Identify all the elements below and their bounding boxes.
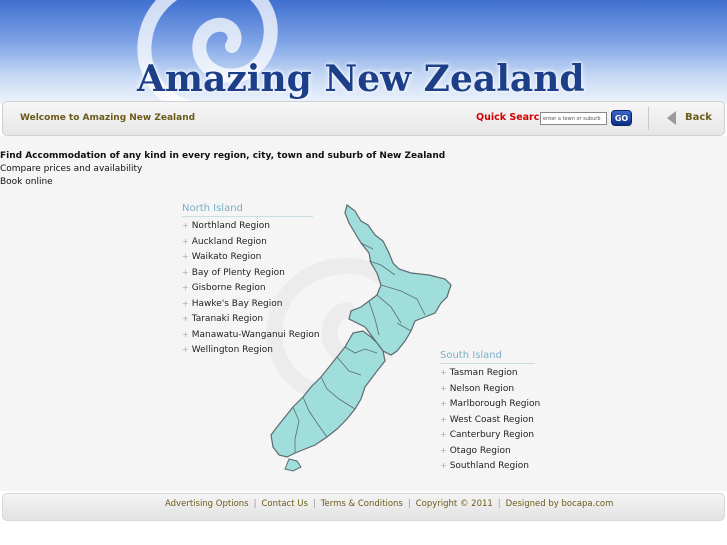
north-island-region-list: + Northland Region + Auckland Region + Waik… (182, 219, 320, 359)
plus-icon: + (182, 267, 189, 277)
welcome-text: Welcome to Amazing New Zealand (20, 113, 196, 123)
footer-link-contact[interactable]: Contact Us (261, 499, 307, 509)
plus-icon: + (182, 314, 189, 323)
north-island-heading[interactable]: North Island (182, 203, 313, 217)
footer-copyright: Copyright © 2011 (415, 499, 493, 509)
region-label[interactable]: Nelson Region (450, 384, 514, 394)
region-label[interactable]: Hawke's Bay Region (192, 299, 283, 309)
south-island-region-list: + Tasman Region + Nelson Region + Marlborou… (440, 366, 540, 475)
search-input[interactable] (540, 112, 607, 125)
plus-icon: + (440, 383, 447, 393)
region-link[interactable]: + Gisborne Region (182, 281, 320, 297)
region-link[interactable]: + Marlborough Region (440, 397, 540, 413)
plus-icon: + (440, 461, 447, 470)
region-link[interactable]: + Taranaki Region (182, 312, 320, 328)
back-link[interactable]: Back (685, 112, 712, 123)
region-link[interactable]: + Hawke's Bay Region (182, 297, 320, 313)
region-label[interactable]: Auckland Region (192, 237, 267, 247)
plus-icon: + (440, 445, 447, 455)
plus-icon: + (440, 399, 447, 408)
plus-icon: + (182, 298, 189, 308)
go-button[interactable]: GO (611, 110, 632, 126)
region-link[interactable]: + Canterbury Region (440, 428, 540, 444)
region-link[interactable]: + West Coast Region (440, 413, 540, 429)
region-label[interactable]: Manawatu-Wanganui Region (192, 330, 320, 340)
region-label[interactable]: Waikato Region (192, 252, 262, 262)
footer-separator: | (312, 499, 316, 509)
region-link[interactable]: + Otago Region (440, 444, 540, 460)
region-link[interactable]: + Northland Region (182, 219, 320, 235)
plus-icon: + (182, 345, 189, 354)
region-label[interactable]: Bay of Plenty Region (192, 268, 285, 278)
back-arrow-icon[interactable] (667, 111, 676, 125)
intro-line-book: Book online (0, 177, 53, 187)
plus-icon: + (182, 329, 189, 339)
footer-link-designer[interactable]: Designed by bocapa.com (506, 499, 614, 509)
region-link[interactable]: + Nelson Region (440, 382, 540, 398)
region-label[interactable]: Canterbury Region (450, 430, 534, 440)
plus-icon: + (182, 252, 189, 261)
region-link[interactable]: + Southland Region (440, 459, 540, 475)
region-label[interactable]: Wellington Region (192, 345, 273, 355)
plus-icon: + (440, 414, 447, 424)
plus-icon: + (182, 236, 189, 246)
plus-icon: + (182, 221, 189, 230)
region-label[interactable]: Southland Region (450, 461, 529, 471)
navigation-bar: Welcome to Amazing New Zealand Quick Sea… (2, 101, 725, 136)
region-link[interactable]: + Tasman Region (440, 366, 540, 382)
divider (648, 107, 649, 130)
south-island-heading[interactable]: South Island (440, 350, 535, 364)
footer-link-advertising[interactable]: Advertising Options (165, 499, 249, 509)
region-link[interactable]: + Manawatu-Wanganui Region (182, 328, 320, 344)
region-link[interactable]: + Bay of Plenty Region (182, 266, 320, 282)
region-label[interactable]: Northland Region (192, 221, 270, 231)
plus-icon: + (440, 430, 447, 439)
region-label[interactable]: West Coast Region (450, 415, 534, 425)
region-label[interactable]: Marlborough Region (450, 399, 541, 409)
footer-separator: | (253, 499, 257, 509)
region-label[interactable]: Taranaki Region (192, 314, 263, 324)
footer-separator: | (497, 499, 501, 509)
footer: Advertising Options | Contact Us | Terms & C… (2, 493, 725, 521)
region-link[interactable]: + Wellington Region (182, 343, 320, 359)
region-link[interactable]: + Waikato Region (182, 250, 320, 266)
region-label[interactable]: Gisborne Region (192, 283, 266, 293)
footer-links: Advertising Options | Contact Us | Terms & C… (165, 499, 613, 509)
site-title[interactable]: Amazing New Zealand (137, 58, 585, 100)
plus-icon: + (182, 283, 189, 292)
region-label[interactable]: Tasman Region (450, 368, 518, 378)
footer-link-terms[interactable]: Terms & Conditions (321, 499, 403, 509)
region-link[interactable]: + Auckland Region (182, 235, 320, 251)
footer-separator: | (407, 499, 411, 509)
stewart-island-shape[interactable] (284, 458, 302, 472)
region-label[interactable]: Otago Region (450, 446, 511, 456)
quick-search-label: Quick Search (476, 112, 547, 123)
intro-line-compare: Compare prices and availability (0, 164, 143, 174)
intro-headline: Find Accommodation of any kind in every … (0, 151, 446, 161)
plus-icon: + (440, 368, 447, 377)
